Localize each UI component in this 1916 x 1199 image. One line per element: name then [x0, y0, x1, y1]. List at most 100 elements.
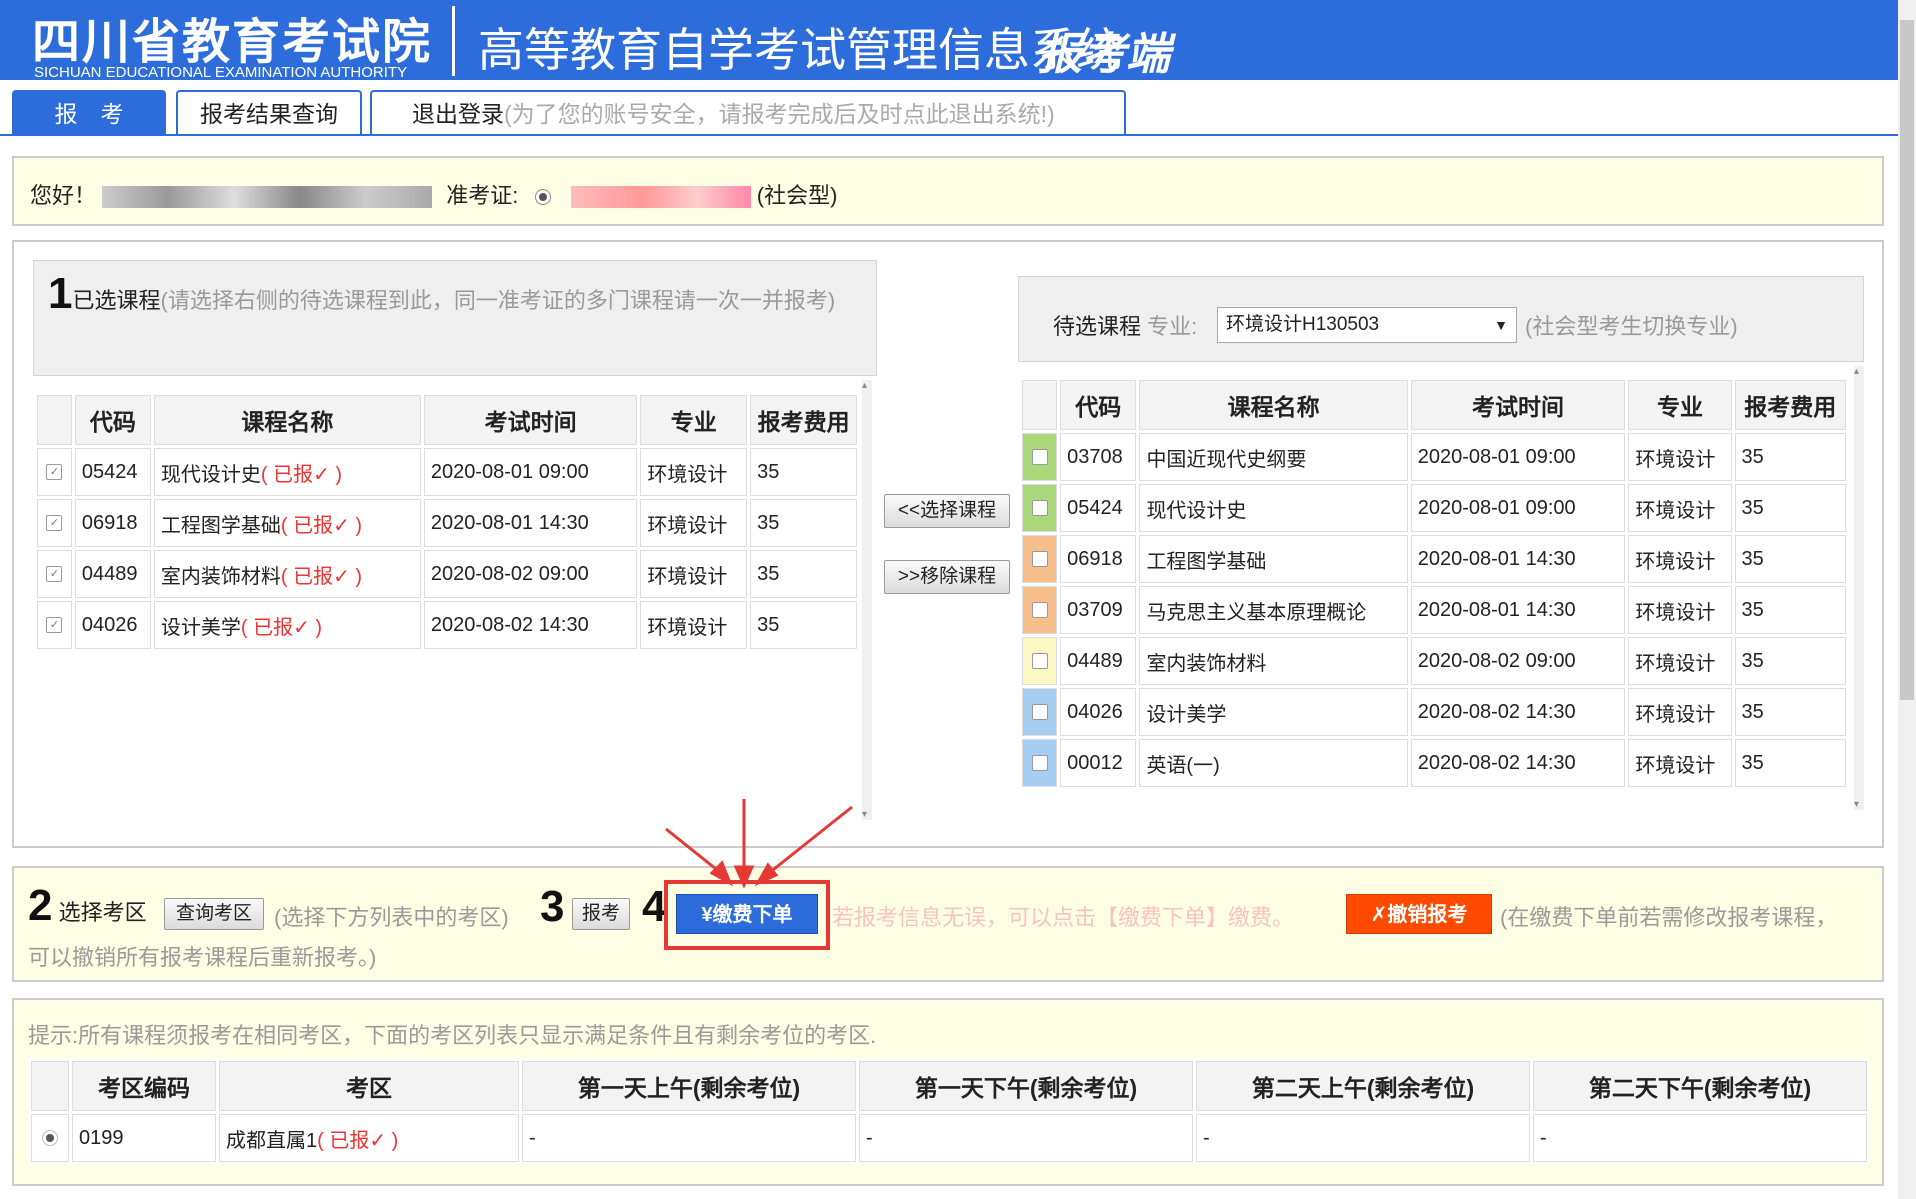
area-col-d1pm: 第一天下午(剩余考位)	[859, 1061, 1193, 1111]
course-code: 04026	[1060, 688, 1137, 736]
row-checkbox[interactable]: ✓	[46, 515, 63, 532]
area-col-code: 考区编码	[72, 1061, 216, 1111]
scrollbar-thumb[interactable]	[1900, 20, 1914, 700]
row-checkbox[interactable]	[1031, 704, 1048, 721]
remove-course-button[interactable]: >>移除课程	[884, 560, 1010, 594]
course-name: 马克思主义基本原理概论	[1139, 586, 1408, 634]
cancel-hint-line1: (在缴费下单前若需修改报考课程，	[1500, 905, 1838, 930]
course-code: 00012	[1060, 739, 1137, 787]
selected-col-time: 考试时间	[423, 395, 638, 445]
pending-col-code: 代码	[1060, 380, 1137, 430]
registered-tag: ( 已报✓ )	[280, 565, 363, 588]
table-row[interactable]: ✓ 04489 室内装饰材料( 已报✓ ) 2020-08-02 09:00 环…	[37, 550, 857, 598]
major-select[interactable]: 环境设计H130503 ▼	[1217, 307, 1517, 343]
query-area-button[interactable]: 查询考区	[164, 898, 264, 930]
row-checkbox[interactable]	[1031, 653, 1048, 670]
table-row[interactable]: ✓ 05424 现代设计史( 已报✓ ) 2020-08-01 09:00 环境…	[37, 448, 857, 496]
logout-hint: (为了您的账号安全，请报考完成后及时点此退出系统!)	[504, 101, 1055, 127]
table-row[interactable]: 04026 设计美学 2020-08-02 14:30 环境设计 35	[1022, 688, 1846, 736]
row-checkbox[interactable]	[1031, 449, 1048, 466]
scroll-down-icon[interactable]: ▾	[1854, 799, 1859, 810]
scroll-up-icon[interactable]: ▴	[862, 380, 867, 391]
table-row[interactable]: 03709 马克思主义基本原理概论 2020-08-01 14:30 环境设计 …	[1022, 586, 1846, 634]
area-col-name: 考区	[219, 1061, 519, 1111]
row-checkbox[interactable]: ✓	[46, 617, 63, 634]
course-name: 现代设计史	[1139, 484, 1408, 532]
row-color-cell	[1022, 739, 1058, 787]
table-row[interactable]: 00012 英语(一) 2020-08-02 14:30 环境设计 35	[1022, 739, 1846, 787]
exam-time: 2020-08-02 14:30	[423, 601, 638, 649]
row-checkbox[interactable]	[1031, 755, 1048, 772]
course-name: 室内装饰材料	[1139, 637, 1408, 685]
exam-area-notice: 提示:所有课程须报考在相同考区，下面的考区列表只显示满足条件且有剩余考位的考区.	[28, 1023, 877, 1048]
exam-time: 2020-08-01 14:30	[1410, 586, 1626, 634]
annotation-arrows	[665, 799, 853, 889]
table-row[interactable]: 06918 工程图学基础 2020-08-01 14:30 环境设计 35	[1022, 535, 1846, 583]
ticket-radio[interactable]	[534, 189, 551, 206]
row-checkbox[interactable]	[1031, 500, 1048, 517]
pay-hint: 若报考信息无误，可以点击【缴费下单】缴费。	[832, 905, 1295, 930]
row-checkbox[interactable]	[1031, 602, 1048, 619]
step-3-number: 3	[540, 882, 565, 931]
pay-order-button[interactable]: ¥缴费下单	[676, 894, 818, 934]
select-course-button[interactable]: <<选择课程	[884, 494, 1010, 528]
course-name: 英语(一)	[1139, 739, 1408, 787]
page-scrollbar[interactable]	[1898, 0, 1916, 1199]
table-row[interactable]: 03708 中国近现代史纲要 2020-08-01 09:00 环境设计 35	[1022, 433, 1846, 481]
course-major: 环境设计	[1628, 688, 1732, 736]
area-code: 0199	[72, 1114, 216, 1162]
exam-time: 2020-08-01 09:00	[423, 448, 638, 496]
register-button[interactable]: 报考	[572, 898, 630, 930]
exam-area-table: 考区编码 考区 第一天上午(剩余考位) 第一天下午(剩余考位) 第二天上午(剩余…	[28, 1058, 1870, 1165]
registered-tag: ( 已报✓ )	[240, 616, 323, 639]
table-row[interactable]: 0199 成都直属1( 已报✓ ) - - - -	[31, 1114, 1867, 1162]
exam-time: 2020-08-02 09:00	[423, 550, 638, 598]
area-col-d2am: 第二天上午(剩余考位)	[1196, 1061, 1530, 1111]
table-row[interactable]: ✓ 04026 设计美学( 已报✓ ) 2020-08-02 14:30 环境设…	[37, 601, 857, 649]
course-fee: 35	[1734, 586, 1846, 634]
area-radio[interactable]	[42, 1130, 58, 1147]
tab-register[interactable]: 报 考	[12, 90, 166, 134]
pending-title: 待选课程	[1053, 314, 1142, 339]
course-code: 05424	[1060, 484, 1137, 532]
exam-time: 2020-08-01 09:00	[1410, 484, 1626, 532]
area-d2am: -	[1196, 1114, 1530, 1162]
selected-scrollbar[interactable]: ▴ ▾	[862, 380, 872, 820]
course-code: 03708	[1060, 433, 1137, 481]
scroll-down-icon[interactable]: ▾	[862, 809, 867, 820]
course-fee: 35	[1734, 739, 1846, 787]
portal-title: 报考端	[1038, 30, 1170, 79]
course-code: 06918	[1060, 535, 1137, 583]
row-checkbox[interactable]: ✓	[46, 464, 63, 481]
course-name: 室内装饰材料	[160, 565, 281, 588]
redacted-ticket	[570, 186, 751, 209]
selected-table: 代码 课程名称 考试时间 专业 报考费用 ✓ 05424 现代设计史( 已报✓ …	[34, 392, 860, 652]
table-row[interactable]: 05424 现代设计史 2020-08-01 09:00 环境设计 35	[1022, 484, 1846, 532]
course-major: 环境设计	[640, 550, 748, 598]
row-checkbox[interactable]	[1031, 551, 1048, 568]
chevron-down-icon[interactable]: ▼	[1494, 308, 1508, 342]
scroll-up-icon[interactable]: ▴	[1854, 366, 1859, 377]
cancel-registration-button[interactable]: ✗撤销报考	[1346, 894, 1492, 934]
course-fee: 35	[750, 550, 857, 598]
table-row[interactable]: 04489 室内装饰材料 2020-08-02 09:00 环境设计 35	[1022, 637, 1846, 685]
course-major: 环境设计	[1628, 739, 1732, 787]
course-major: 环境设计	[640, 448, 748, 496]
arrow-head-left	[709, 860, 733, 887]
table-row[interactable]: ✓ 06918 工程图学基础( 已报✓ ) 2020-08-01 14:30 环…	[37, 499, 857, 547]
course-fee: 35	[1734, 688, 1846, 736]
exam-time: 2020-08-01 14:30	[1410, 535, 1626, 583]
course-code: 05424	[74, 448, 151, 496]
selected-header: 1已选课程(请选择右侧的待选课程到此，同一准考证的多门课程请一次一并报考)	[33, 260, 877, 376]
course-name: 设计美学	[1139, 688, 1408, 736]
redacted-name	[102, 186, 433, 209]
org-logo-cn: 四川省教育考试院	[32, 16, 433, 69]
tab-results[interactable]: 报考结果查询	[176, 90, 362, 134]
tab-logout[interactable]: 退出登录(为了您的账号安全，请报考完成后及时点此退出系统!)	[370, 90, 1126, 134]
step-1-number: 1	[48, 269, 73, 318]
registered-tag: ( 已报✓ )	[280, 514, 363, 537]
row-color-cell	[1022, 637, 1058, 685]
cancel-hint-line2: 可以撤销所有报考课程后重新报考。)	[28, 945, 377, 970]
row-checkbox[interactable]: ✓	[46, 566, 63, 583]
pending-scrollbar[interactable]: ▴ ▾	[1854, 366, 1864, 810]
